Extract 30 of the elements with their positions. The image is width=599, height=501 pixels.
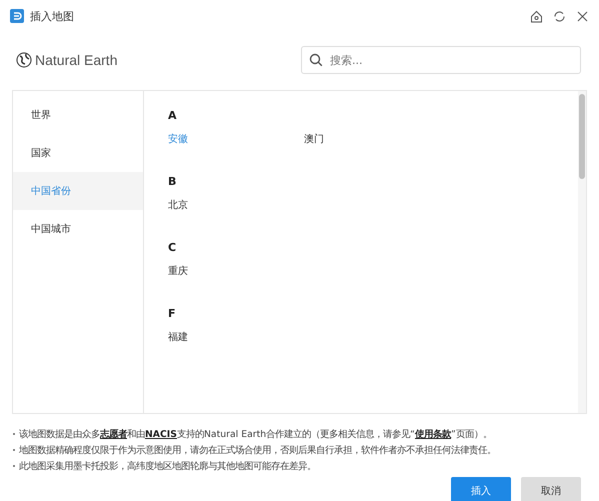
note-link[interactable]: NACIS (145, 429, 177, 440)
cancel-button[interactable]: 取消 (521, 477, 581, 501)
sidebar-item[interactable]: 世界 (13, 96, 143, 134)
globe-icon (16, 52, 32, 68)
search-icon (309, 53, 323, 67)
close-icon[interactable] (576, 10, 589, 22)
map-item[interactable]: 福建 (168, 330, 304, 344)
sidebar-item[interactable]: 中国城市 (13, 210, 143, 248)
note-text: 此地图采集用墨卡托投影，高纬度地区地图轮廓与其他地图可能存在差异。 (12, 460, 587, 473)
sidebar-item[interactable]: 国家 (13, 134, 143, 172)
map-item[interactable]: 重庆 (168, 264, 304, 278)
insert-button[interactable]: 插入 (451, 477, 511, 501)
group-letter: F (168, 307, 177, 320)
map-item[interactable]: 安徽 (168, 132, 304, 146)
scrollbar[interactable] (578, 91, 586, 413)
home-icon[interactable] (530, 10, 543, 22)
note-link[interactable]: 使用条款 (414, 429, 451, 440)
note-link[interactable]: 志愿者 (100, 429, 127, 440)
map-item[interactable]: 北京 (168, 198, 304, 212)
map-item[interactable]: 澳门 (304, 132, 440, 146)
app-icon (10, 9, 24, 23)
refresh-icon[interactable] (553, 10, 566, 22)
group-letter: B (168, 175, 178, 188)
search-field[interactable]: 搜索... (301, 46, 581, 74)
group-letter: C (168, 241, 178, 254)
group-letter: A (168, 109, 178, 122)
note-text: 地图数据精确程度仅限于作为示意图使用，请勿在正式场合使用，否则后果自行承担，软件作者亦不承担任何法律责任。 (12, 444, 587, 457)
window-title: 插入地图 (30, 8, 75, 24)
logo-text: Natural Earth (35, 52, 118, 68)
note-text: 该地图数据是由众多志愿者和由NACIS支持的Natural Earth合作建立的（更多相关信息，请参见“使用条款”页面）。 (12, 428, 587, 441)
